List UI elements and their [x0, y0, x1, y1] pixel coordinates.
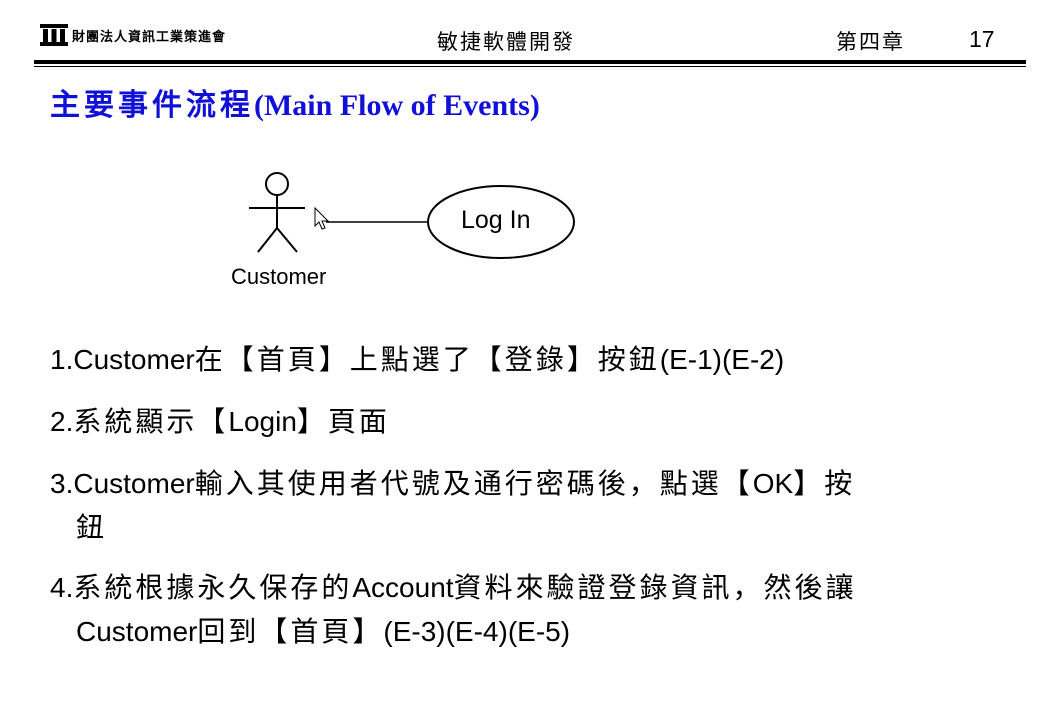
cursor-icon: [314, 206, 330, 230]
step-number: 2.: [50, 406, 74, 437]
step-wrap-line: Customer回到【首頁】(E-3)(E-4)(E-5): [50, 610, 1010, 654]
step-actor: Customer: [73, 344, 195, 375]
step-keyword: Account: [352, 572, 454, 603]
header-divider: [34, 60, 1026, 64]
step-number: 3.: [50, 468, 74, 499]
step-text: 輸入其使用者代號及通行密碼後，點選【: [194, 467, 753, 500]
step-refs: (E-1)(E-2): [659, 344, 785, 375]
list-item: 1.Customer在【首頁】上點選了【登錄】按鈕(E-1)(E-2): [50, 338, 1010, 382]
use-case-oval: [427, 185, 575, 259]
step-actor: Customer: [73, 468, 195, 499]
org-name: 財團法人資訊工業策進會: [72, 29, 227, 45]
step-text: 】頁面: [296, 405, 390, 438]
list-item: 2.系統顯示【Login】頁面: [50, 400, 1010, 444]
slide-title: 主要事件流程(Main Flow of Events): [50, 80, 540, 124]
step-number: 4.: [50, 572, 74, 603]
step-keyword: Login: [228, 406, 297, 437]
step-actor: Customer: [76, 616, 198, 647]
step-text: 系統顯示【: [73, 405, 229, 438]
chapter-label: 第四章: [836, 30, 905, 54]
step-text-wrap: 鈕: [76, 511, 108, 544]
step-keyword: OK: [752, 468, 794, 499]
step-text: 】按: [793, 467, 856, 500]
step-text: 系統根據永久保存的: [73, 571, 353, 604]
temple-icon: [40, 24, 68, 46]
step-refs: (E-3)(E-4)(E-5): [383, 616, 571, 647]
slide-title-zh: 主要事件流程: [50, 88, 254, 123]
course-title: 敏捷軟體開發: [437, 30, 575, 54]
actor-label: Customer: [231, 264, 327, 289]
step-text: 在【首頁】上點選了【登錄】按鈕: [194, 343, 660, 376]
list-item: 4.系統根據永久保存的Account資料來驗證登錄資訊，然後讓 Customer…: [50, 566, 1010, 654]
step-text: 資料來驗證登錄資訊，然後讓: [453, 571, 857, 604]
org-logo: 財團法人資訊工業策進會: [40, 24, 226, 46]
list-item: 3.Customer輸入其使用者代號及通行密碼後，點選【OK】按 鈕: [50, 462, 1010, 550]
page-number: 17: [969, 26, 995, 52]
actor-stick-figure: [249, 172, 305, 253]
event-steps: 1.Customer在【首頁】上點選了【登錄】按鈕(E-1)(E-2) 2.系統…: [50, 338, 1010, 672]
use-case-label: Log In: [461, 206, 531, 234]
step-number: 1.: [50, 344, 74, 375]
header-divider-thin: [34, 66, 1026, 67]
step-text: 回到【首頁】: [197, 615, 384, 648]
slide-title-en: (Main Flow of Events): [254, 89, 540, 122]
